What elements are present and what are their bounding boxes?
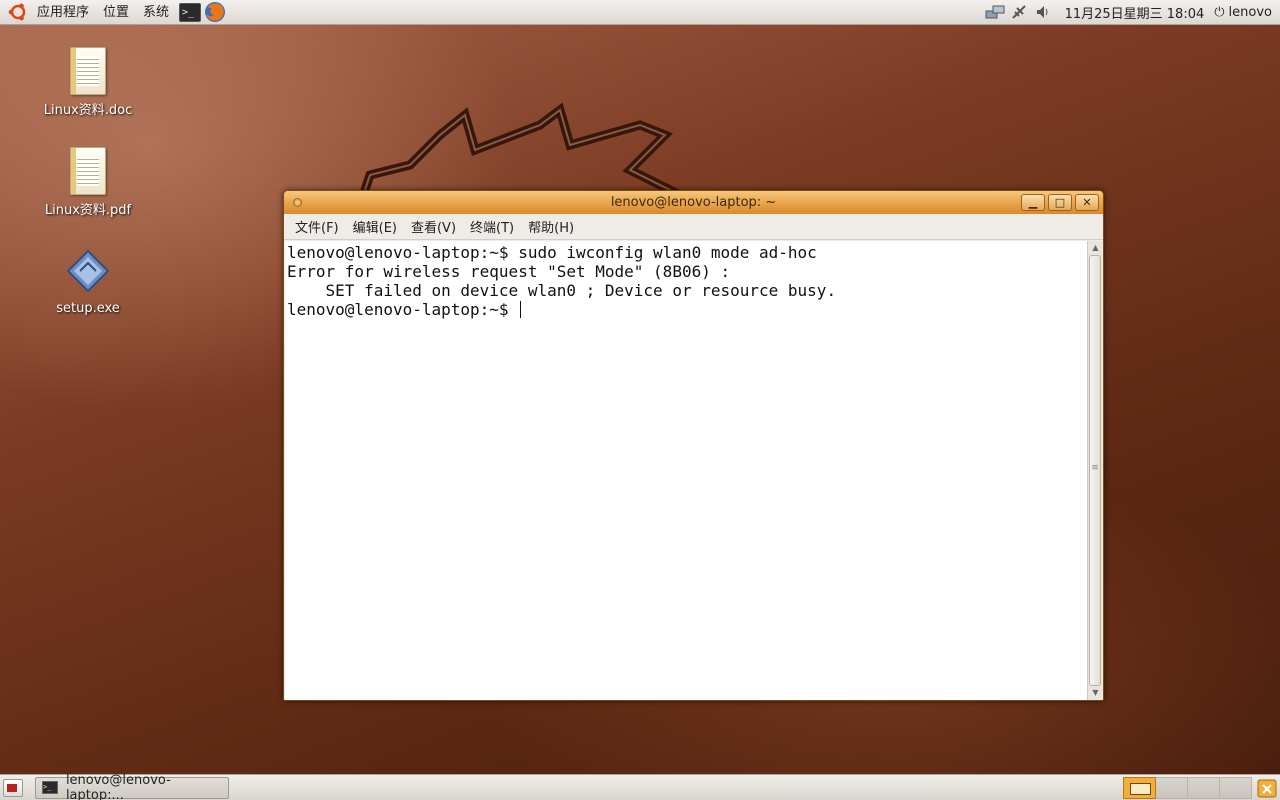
terminal-menubar: 文件(F) 编辑(E) 查看(V) 终端(T) 帮助(H) — [284, 214, 1103, 240]
window-controls: ▁ □ ✕ — [1021, 194, 1099, 211]
workspace-1[interactable] — [1123, 776, 1156, 799]
terminal-line: Error for wireless request "Set Mode" (8… — [287, 262, 731, 281]
firefox-launcher[interactable] — [204, 1, 226, 23]
main-menu-bar: 应用程序 位置 系统 >_ — [0, 0, 226, 25]
terminal-scrollbar[interactable]: ▲ ▼ — [1087, 241, 1102, 700]
connection-icon[interactable] — [1007, 0, 1031, 25]
window-menu-icon[interactable] — [293, 198, 302, 207]
system-tray: 11月25日星期三 18:04 ⏻ lenovo — [983, 0, 1280, 25]
firefox-icon — [205, 2, 226, 22]
minimize-button[interactable]: ▁ — [1021, 194, 1045, 211]
ubuntu-logo-icon[interactable] — [8, 2, 28, 22]
bottom-panel: >_ lenovo@lenovo-laptop:... — [0, 773, 1280, 800]
terminal-icon: >_ — [42, 781, 58, 794]
power-icon: ⏻ — [1214, 4, 1225, 20]
user-name: lenovo — [1228, 4, 1272, 20]
menu-view[interactable]: 查看(V) — [404, 217, 463, 236]
menu-edit[interactable]: 编辑(E) — [346, 217, 404, 236]
desktop-icon-label: Linux资料.pdf — [44, 203, 132, 218]
network-icon[interactable] — [983, 0, 1007, 25]
menu-system[interactable]: 系统 — [136, 0, 176, 25]
terminal-launcher[interactable]: >_ — [179, 1, 202, 23]
desktop-icon-pdf[interactable]: Linux资料.pdf — [38, 147, 138, 218]
scroll-up-icon[interactable]: ▲ — [1088, 241, 1103, 255]
menu-applications[interactable]: 应用程序 — [30, 0, 96, 25]
terminal-icon: >_ — [179, 2, 202, 22]
workspace-4[interactable] — [1219, 776, 1252, 799]
menu-file[interactable]: 文件(F) — [288, 217, 346, 236]
top-panel: 应用程序 位置 系统 >_ 11月25日星期三 18:04 ⏻ lenovo — [0, 0, 1280, 25]
document-icon — [70, 47, 106, 95]
terminal-prompt-line[interactable]: lenovo@lenovo-laptop:~$ — [287, 300, 1086, 319]
menu-help[interactable]: 帮助(H) — [521, 217, 581, 236]
desktop-icon-label: setup.exe — [56, 301, 120, 316]
terminal-output[interactable]: lenovo@lenovo-laptop:~$ sudo iwconfig wl… — [285, 241, 1088, 700]
workspace-2[interactable] — [1155, 776, 1188, 799]
window-title: lenovo@lenovo-laptop: ~ — [610, 195, 777, 210]
terminal-line: lenovo@lenovo-laptop:~$ sudo iwconfig wl… — [287, 243, 817, 262]
taskbar-label: lenovo@lenovo-laptop:... — [65, 772, 171, 800]
text-cursor — [520, 301, 522, 318]
terminal-line: SET failed on device wlan0 ; Device or r… — [287, 281, 837, 300]
menu-terminal[interactable]: 终端(T) — [463, 217, 521, 236]
scroll-thumb[interactable] — [1089, 255, 1101, 686]
close-button[interactable]: ✕ — [1075, 194, 1099, 211]
desktop-icon-label: Linux资料.doc — [43, 103, 133, 118]
user-switcher[interactable]: ⏻ lenovo — [1214, 5, 1280, 20]
workspace-switcher — [1123, 776, 1252, 799]
executable-icon — [66, 249, 110, 293]
maximize-button[interactable]: □ — [1048, 194, 1072, 211]
terminal-prompt: lenovo@lenovo-laptop:~$ — [287, 300, 519, 319]
document-icon — [70, 147, 106, 195]
volume-icon[interactable] — [1031, 0, 1055, 25]
show-desktop-button[interactable] — [3, 778, 23, 797]
desktop-icon-setup[interactable]: setup.exe — [38, 249, 138, 316]
window-titlebar[interactable]: lenovo@lenovo-laptop: ~ ▁ □ ✕ — [284, 191, 1103, 214]
terminal-window[interactable]: lenovo@lenovo-laptop: ~ ▁ □ ✕ 文件(F) 编辑(E… — [283, 190, 1104, 701]
trash-icon[interactable] — [1256, 777, 1278, 799]
scroll-down-icon[interactable]: ▼ — [1088, 686, 1103, 700]
taskbar-terminal-button[interactable]: >_ lenovo@lenovo-laptop:... — [35, 773, 229, 800]
desktop-icon-doc[interactable]: Linux资料.doc — [38, 47, 138, 118]
clock[interactable]: 11月25日星期三 18:04 — [1055, 3, 1215, 22]
menu-places[interactable]: 位置 — [96, 0, 136, 25]
workspace-3[interactable] — [1187, 776, 1220, 799]
